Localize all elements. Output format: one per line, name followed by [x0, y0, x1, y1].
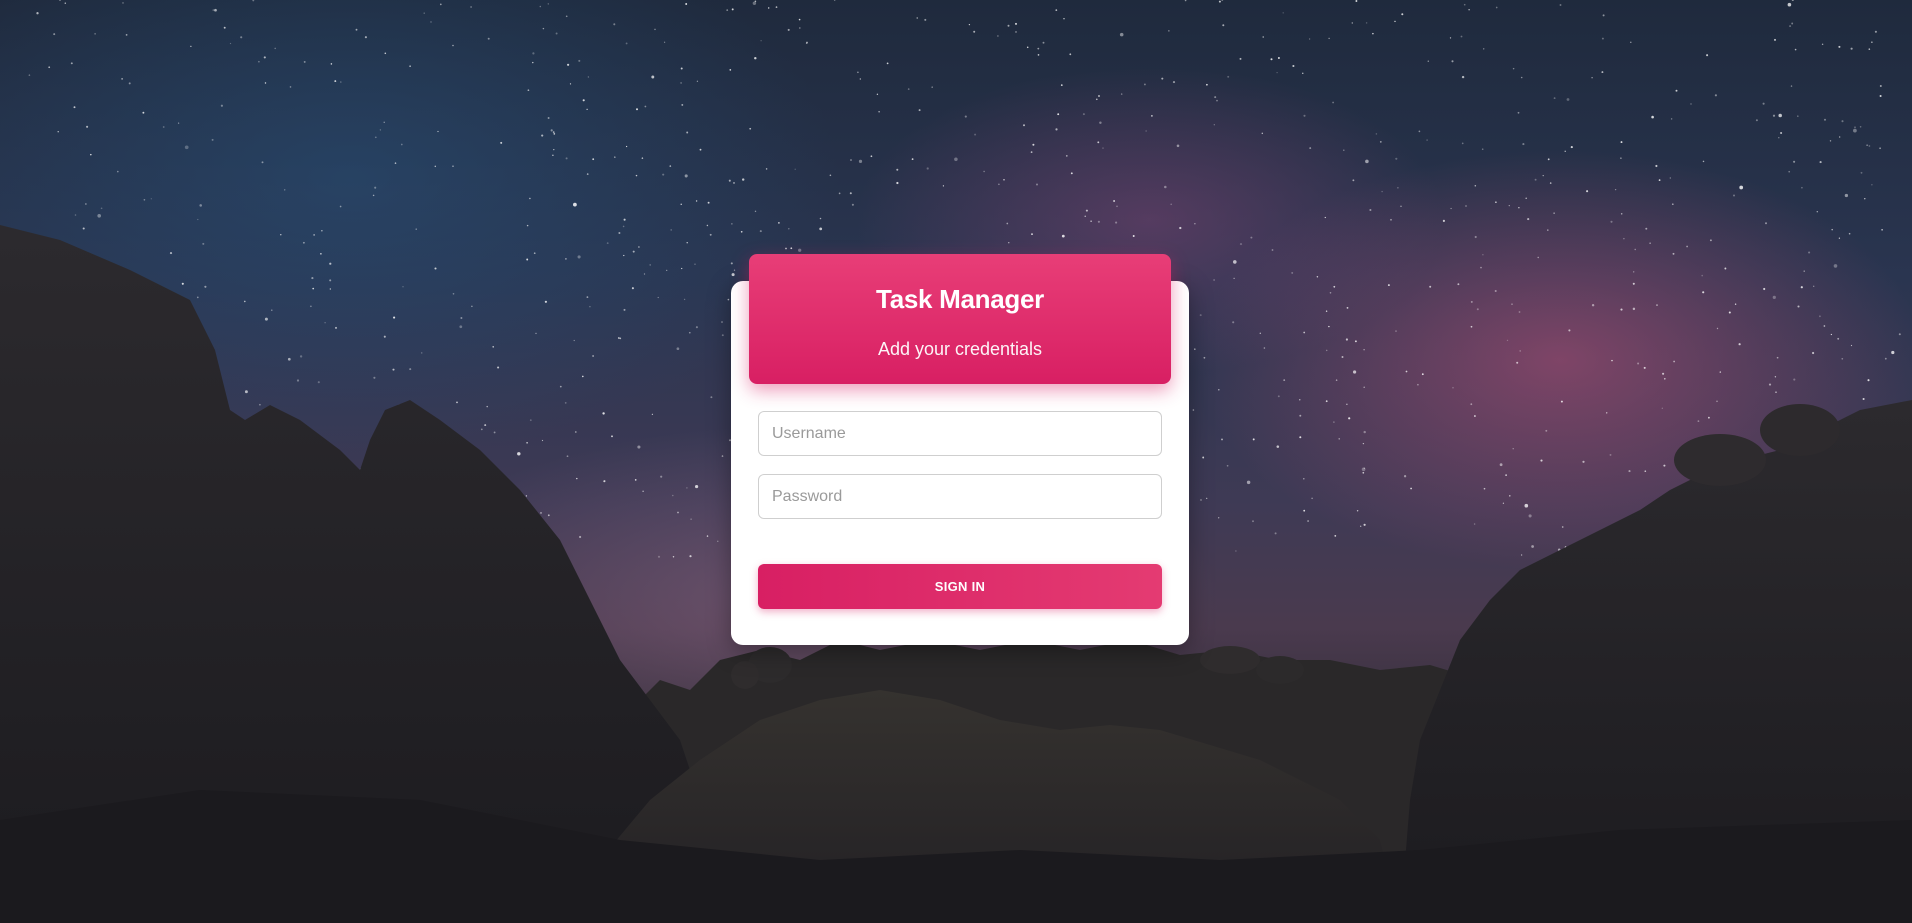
sign-in-button[interactable]: SIGN IN: [758, 564, 1162, 609]
login-card-header: Task Manager Add your credentials: [749, 254, 1171, 384]
credentials-subtitle: Add your credentials: [877, 339, 1043, 359]
app-title: Task Manager: [876, 284, 1044, 314]
password-input[interactable]: [758, 474, 1162, 519]
username-input[interactable]: [758, 411, 1162, 456]
